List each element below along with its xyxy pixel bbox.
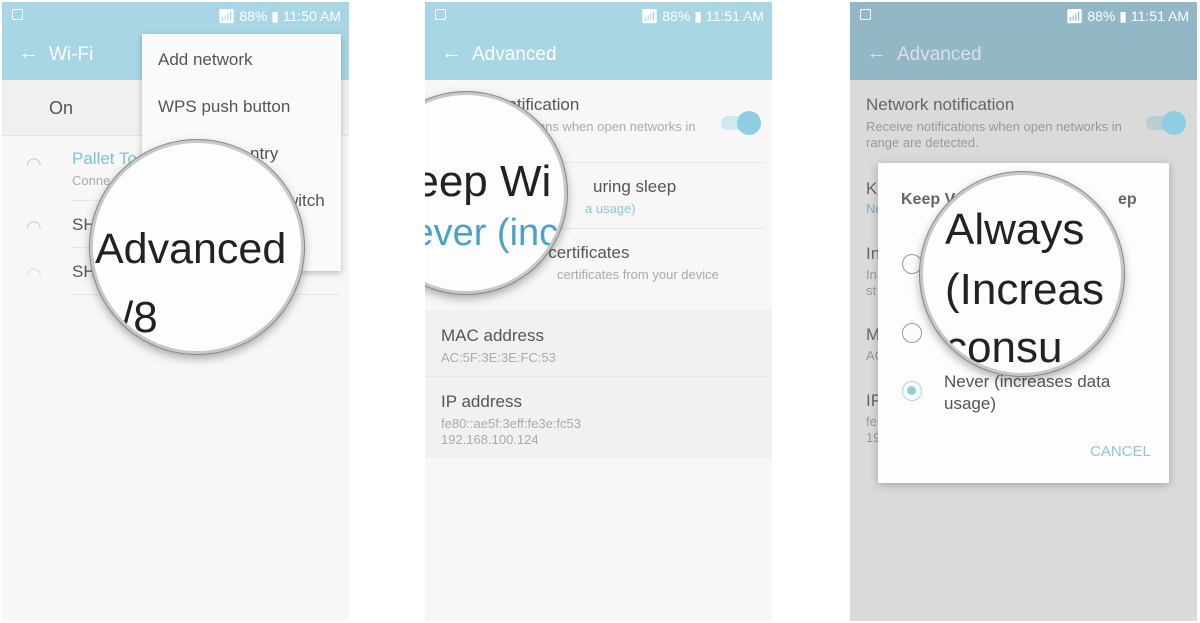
wifi-screen: 📶︎ 88% ▮ 11:50 AM ← Wi-Fi On ◠ Pallet To… xyxy=(2,2,349,621)
bg-row-sub: Receive notifications when open networks… xyxy=(866,119,1122,134)
bg-row-sub: st xyxy=(866,283,877,298)
magnifier: Always (Increas consu xyxy=(920,172,1124,376)
keep-wifi-dialog-screen: 📶︎ 88% ▮ 11:51 AM ← Advanced Network not… xyxy=(850,2,1197,621)
option-never-label-2[interactable]: usage) xyxy=(944,394,996,414)
back-arrow-icon: ← xyxy=(866,41,887,64)
app-bar: ← Advanced xyxy=(850,30,1197,80)
network-notification-toggle[interactable] xyxy=(721,111,761,135)
bg-row-sub: In xyxy=(866,267,877,282)
network-status: Conne xyxy=(72,173,111,188)
radio-never[interactable] xyxy=(902,381,922,401)
gallery-icon xyxy=(860,9,871,20)
menu-item-add-network[interactable]: Add network xyxy=(158,50,253,70)
back-arrow-icon[interactable]: ← xyxy=(18,41,39,65)
keep-wifi-title[interactable]: uring sleep xyxy=(593,177,676,197)
status-bar: 📶︎ 88% ▮ 11:51 AM xyxy=(850,2,1197,30)
page-title: Advanced xyxy=(897,44,982,65)
certificates-sub: certificates from your device xyxy=(557,267,719,282)
increases-magnified: (Increas xyxy=(945,265,1104,314)
info-section: MAC address AC:5F:3E:3E:FC:53 IP address… xyxy=(425,310,772,458)
cancel-button[interactable]: CANCEL xyxy=(1090,443,1151,460)
wifi-lock-icon: ◠ xyxy=(26,217,42,237)
mac-address-value: AC:5F:3E:3E:FC:53 xyxy=(441,350,556,365)
keep-wifi-magnified: Keep Wi xyxy=(425,157,552,206)
bg-row-sub: fe xyxy=(866,414,877,429)
bg-row-title: Network notification xyxy=(866,95,1015,114)
page-title: Wi-Fi xyxy=(49,44,94,65)
status-bar: 📶︎ 88% ▮ 11:50 AM xyxy=(2,2,349,30)
page-title: Advanced xyxy=(472,44,557,65)
network-notification-toggle xyxy=(1146,111,1186,135)
status-time: 📶︎ 88% ▮ 11:51 AM xyxy=(1065,8,1189,24)
status-time: 📶︎ 88% ▮ 11:51 AM xyxy=(640,8,764,24)
status-time: 📶︎ 88% ▮ 11:50 AM xyxy=(217,8,341,24)
consumption-magnified: consu xyxy=(945,323,1063,372)
advanced-screen: 📶︎ 88% ▮ 11:51 AM ← Advanced notificatio… xyxy=(425,2,772,621)
bg-row-sub: range are detected. xyxy=(866,135,979,150)
always-magnified: Always xyxy=(945,205,1085,254)
app-bar: ← Advanced xyxy=(425,30,772,80)
bg-row-title: K xyxy=(866,179,878,198)
keep-wifi-sub: a usage) xyxy=(585,201,636,216)
radio-plugged[interactable] xyxy=(902,323,922,343)
menu-item-wps-push[interactable]: WPS push button xyxy=(158,97,290,117)
back-arrow-icon[interactable]: ← xyxy=(441,41,462,65)
magnified-fragment: /8 xyxy=(121,293,158,342)
gallery-icon xyxy=(12,9,23,20)
dialog-title-end: ep xyxy=(1118,191,1137,208)
gallery-icon xyxy=(435,9,446,20)
radio-always[interactable] xyxy=(902,254,922,274)
ip-address-v4: 192.168.100.124 xyxy=(441,432,539,447)
mac-address-title: MAC address xyxy=(441,326,544,345)
network-notification-sub: ions when open networks in xyxy=(535,119,696,134)
wifi-on-label: On xyxy=(49,98,74,118)
never-magnified: Never (incr xyxy=(425,212,567,254)
status-bar: 📶︎ 88% ▮ 11:51 AM xyxy=(425,2,772,30)
ip-address-title: IP address xyxy=(441,392,522,411)
magnifier: Advanced /8 xyxy=(90,140,304,354)
ip-address-v6: fe80::ae5f:3eff:fe3e:fc53 xyxy=(441,416,581,431)
menu-item-advanced[interactable]: Advanced xyxy=(95,225,286,274)
wifi-lock-icon: ◠ xyxy=(26,264,42,284)
wifi-lock-icon: ◠ xyxy=(26,154,42,174)
